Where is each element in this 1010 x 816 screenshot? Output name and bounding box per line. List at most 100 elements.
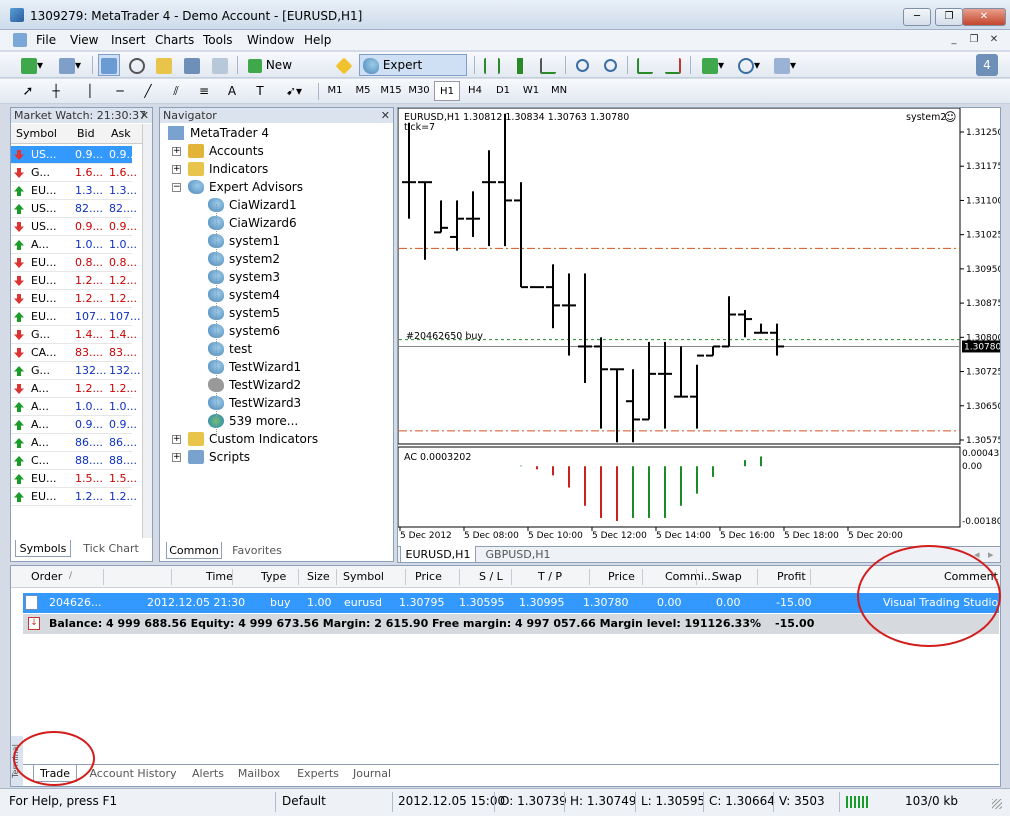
market-watch-row[interactable]: US... 0.9... 0.9... [11,218,137,236]
data-window-toggle[interactable] [126,54,148,76]
bar-chart-button[interactable] [481,54,503,76]
col-profit[interactable]: Profit [777,566,806,588]
timeframe-d1[interactable]: D1 [490,81,516,101]
market-watch-row[interactable]: EU... 0.8... 0.8... [11,254,137,272]
terminal-toggle[interactable] [181,54,203,76]
column-divider[interactable] [298,569,299,585]
timeframe-w1[interactable]: W1 [518,81,544,101]
fibonacci-button[interactable]: ≡ [194,80,214,102]
market-watch-row[interactable]: US... 82.... 82.... [11,200,137,218]
market-watch-row[interactable]: A... 1.2... 1.2... [11,380,137,398]
column-divider[interactable] [696,569,697,585]
close-button[interactable]: ✕ [962,8,1006,26]
chart-canvas[interactable]: 1.31250 1.31175 1.31100 1.31025 1.30950 1.308… [398,108,1000,546]
col-swap[interactable]: Swap [712,566,742,588]
tab-gbpusd-h1[interactable]: GBPUSD,H1 [480,546,556,563]
order-row[interactable]: 204626... 2012.12.05 21:30 buy 1.00 eurusd 1.… [23,593,999,613]
column-divider[interactable] [589,569,590,585]
market-watch-row[interactable]: A... 1.0... 1.0... [11,236,137,254]
vertical-line-button[interactable]: │ [80,80,100,102]
timeframe-m15[interactable]: M15 [378,81,404,101]
market-watch-row[interactable]: EU... 1.5... 1.5... [11,470,137,488]
market-watch-row[interactable]: EU... 107.... 107.... [11,308,141,326]
menu-file[interactable]: File [36,33,56,47]
market-watch-row[interactable]: CA... 83.... 83.... [11,344,137,362]
menu-window[interactable]: Window [247,33,294,47]
tab-common[interactable]: Common [166,542,222,559]
tab-trade[interactable]: Trade [33,765,77,782]
col-symbol[interactable]: Symbol [16,127,57,140]
menu-help[interactable]: Help [304,33,331,47]
market-watch-row[interactable]: G... 1.4... 1.4... [11,326,137,344]
market-watch-row[interactable]: A... 1.0... 1.0... [11,398,137,416]
collapse-icon[interactable]: − [172,183,181,192]
indicators-menu-button[interactable]: ▾ [697,54,729,76]
menu-view[interactable]: View [70,33,98,47]
notifications-badge[interactable]: 4 [976,54,998,76]
arrows-menu-button[interactable]: ➹▾ [280,80,308,102]
minimize-button[interactable]: ─ [903,8,931,26]
strategy-tester-toggle[interactable] [209,54,231,76]
col-t-p[interactable]: T / P [538,566,562,588]
timeframe-h4[interactable]: H4 [462,81,488,101]
col-price[interactable]: Price [608,566,635,588]
column-divider[interactable] [459,569,460,585]
mdi-minimize-button[interactable]: _ [945,32,963,48]
menu-tools[interactable]: Tools [203,33,233,47]
main-chart-area[interactable] [398,108,961,445]
text-button[interactable]: A [222,80,242,102]
tab-account-history[interactable]: Account History [83,765,183,782]
tabs-scroll-right-icon[interactable]: ▸ [988,548,994,561]
column-divider[interactable] [810,569,811,585]
cursor-button[interactable]: ➚ [18,80,38,102]
zoom-in-button[interactable] [571,54,593,76]
tab-experts[interactable]: Experts [289,765,347,782]
col-comment[interactable]: Comment [944,566,998,588]
menu-charts[interactable]: Charts [155,33,194,47]
col-ask[interactable]: Ask [111,127,131,140]
col-commi[interactable]: Commi... [665,566,714,588]
new-chart-button[interactable]: ▾ [16,54,48,76]
navigator-toggle[interactable] [153,54,175,76]
new-order-button[interactable]: New Order [244,54,330,92]
column-divider[interactable] [103,569,104,585]
tab-eurusd-h1[interactable]: EURUSD,H1 [400,546,476,563]
timeframe-m1[interactable]: M1 [322,81,348,101]
mdi-restore-button[interactable]: ❐ [965,32,983,48]
chart-shift-button[interactable] [662,54,684,76]
timeframe-m5[interactable]: M5 [350,81,376,101]
market-watch-row[interactable]: A... 0.9... 0.9... [11,416,137,434]
crosshair-button[interactable]: ┼ [46,80,66,102]
expand-icon[interactable]: + [172,435,181,444]
timeframe-mn[interactable]: MN [546,81,572,101]
market-watch-row[interactable]: G... 1.6... 1.6... [11,164,137,182]
column-divider[interactable] [511,569,512,585]
market-watch-close-icon[interactable]: ✕ [140,108,149,123]
connection-status-icon[interactable] [846,796,868,808]
market-watch-row[interactable]: EU... 1.2... 1.2... [11,272,137,290]
autotrading-warning-button[interactable] [333,54,355,76]
mdi-close-button[interactable]: ✕ [985,32,1003,48]
market-watch-row[interactable]: EU... 1.2... 1.2... [11,488,137,506]
market-watch-scrollbar[interactable] [142,124,152,538]
templates-menu-button[interactable]: ▾ [769,54,801,76]
expert-advisors-button[interactable]: Expert Advisors [359,54,467,92]
col-time[interactable]: Time [206,566,233,588]
doc-icon[interactable] [13,33,27,47]
column-divider[interactable] [642,569,643,585]
candlestick-button[interactable] [509,54,531,76]
column-divider[interactable] [336,569,337,585]
column-divider[interactable] [405,569,406,585]
timeframe-h1[interactable]: H1 [434,81,460,101]
col-s-l[interactable]: S / L [479,566,503,588]
column-divider[interactable] [757,569,758,585]
chart-window[interactable]: 1.31250 1.31175 1.31100 1.31025 1.30950 1.308… [397,107,1001,563]
periods-menu-button[interactable]: ▾ [733,54,765,76]
horizontal-line-button[interactable]: ─ [110,80,130,102]
col-size[interactable]: Size [307,566,330,588]
equidistant-channel-button[interactable]: ⫽ [166,80,186,102]
line-chart-button[interactable] [537,54,559,76]
text-label-button[interactable]: T [250,80,270,102]
menu-insert[interactable]: Insert [111,33,145,47]
market-watch-row[interactable]: A... 86.... 86.... [11,434,137,452]
